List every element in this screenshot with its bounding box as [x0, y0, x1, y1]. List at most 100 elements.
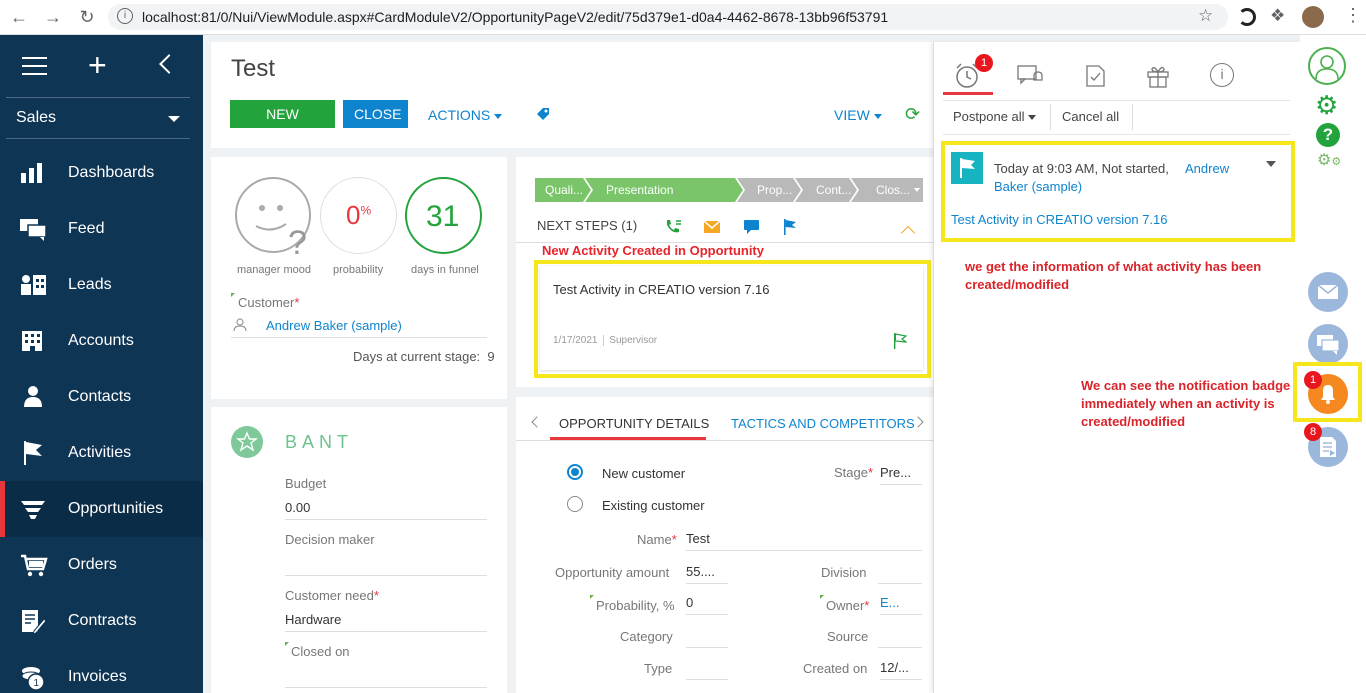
annotation-notification-badge: We can see the notification badge immedia…	[1081, 377, 1290, 431]
sync-extension-icon[interactable]	[1238, 8, 1256, 26]
next-steps-label: NEXT STEPS (1)	[537, 218, 638, 233]
days-at-stage-text: Days at current stage:	[353, 349, 481, 364]
chat-panel-icon[interactable]	[1308, 324, 1348, 364]
notification-time-status: Today at 9:03 AM, Not started,	[994, 161, 1169, 176]
budget-field[interactable]: 0.00	[285, 500, 487, 520]
type-field[interactable]	[686, 660, 728, 680]
forward-arrow-icon[interactable]: →	[42, 6, 64, 28]
notification-contact-link-line2[interactable]: Baker (sample)	[994, 179, 1082, 194]
sidebar-item-feed[interactable]: Feed	[0, 201, 203, 257]
email-icon[interactable]	[704, 221, 720, 233]
add-plus-icon[interactable]: +	[88, 47, 107, 83]
chevron-down-icon	[873, 113, 882, 119]
view-button[interactable]: VIEW	[834, 107, 882, 123]
close-button[interactable]: CLOSE	[343, 100, 408, 128]
decision-maker-field[interactable]	[285, 556, 487, 576]
browser-menu-icon[interactable]: ⋮	[1344, 5, 1362, 25]
workplace-selector[interactable]: Sales	[6, 97, 190, 139]
annotation-line: We can see the notification badge	[1081, 378, 1291, 393]
user-profile-icon[interactable]	[1308, 47, 1346, 85]
sidebar-item-orders[interactable]: Orders	[0, 537, 203, 593]
name-field[interactable]: Test	[686, 531, 922, 551]
existing-customer-radio[interactable]	[567, 496, 583, 512]
sidebar-item-opportunities[interactable]: Opportunities	[0, 481, 203, 537]
divider	[1132, 104, 1133, 130]
stage-field[interactable]: Pre...	[880, 465, 922, 485]
annotation-line: created/modified	[965, 277, 1070, 292]
hamburger-menu-icon[interactable]	[22, 57, 47, 75]
activity-title[interactable]: Test Activity in CREATIO version 7.16	[553, 282, 770, 297]
process-gears-icon[interactable]: ⚙⚙	[1317, 153, 1341, 170]
info-icon[interactable]: i	[117, 8, 133, 24]
stage-closure[interactable]: Clos...	[876, 183, 910, 197]
required-marker	[231, 293, 235, 297]
back-arrow-icon[interactable]: ←	[8, 6, 30, 28]
closed-on-field[interactable]	[285, 668, 487, 688]
stage-bar[interactable]	[535, 178, 925, 202]
new-customer-radio[interactable]	[567, 464, 583, 480]
help-question-icon[interactable]: ?	[1316, 123, 1340, 147]
anniversary-gift-icon[interactable]	[1146, 64, 1170, 88]
collapse-chevron-icon[interactable]	[159, 54, 179, 74]
notification-activity-link[interactable]: Test Activity in CREATIO version 7.16	[951, 212, 1168, 227]
chat-icon[interactable]	[744, 220, 760, 235]
sidebar-item-label: Accounts	[68, 332, 134, 349]
stage-proposal[interactable]: Prop...	[757, 183, 792, 197]
divider	[943, 134, 1290, 135]
actions-label: ACTIONS	[428, 107, 491, 123]
sidebar-item-activities[interactable]: Activities	[0, 425, 203, 481]
division-field[interactable]	[878, 564, 922, 584]
actions-button[interactable]: ACTIONS	[428, 107, 503, 123]
system-info-icon[interactable]: i	[1210, 63, 1234, 87]
owner-field[interactable]: E...	[880, 595, 922, 615]
probability-field[interactable]: 0	[686, 595, 728, 615]
stage-contract[interactable]: Cont...	[816, 183, 851, 197]
amount-field[interactable]: 55....	[686, 564, 728, 584]
category-field[interactable]	[686, 628, 728, 648]
sidebar-item-leads[interactable]: Leads	[0, 257, 203, 313]
owner-label: Owner*	[826, 598, 870, 613]
tag-icon[interactable]	[536, 107, 550, 121]
customer-link[interactable]: Andrew Baker (sample)	[231, 318, 487, 338]
probability-field-label: Probability, %	[596, 598, 675, 613]
extensions-puzzle-icon[interactable]: ❖	[1270, 6, 1285, 26]
sidebar-item-dashboards[interactable]: Dashboards	[0, 145, 203, 201]
task-flag-icon[interactable]	[783, 219, 797, 235]
opportunities-icon	[20, 497, 46, 521]
tab-tactics-and-competitors[interactable]: TACTICS AND COMPETITORS	[731, 416, 915, 431]
cancel-all-button[interactable]: Cancel all	[1062, 109, 1119, 124]
notification-menu-caret-icon[interactable]	[1266, 161, 1276, 167]
decision-maker-label: Decision maker	[285, 532, 375, 547]
new-order-button[interactable]: NEW ORDER	[230, 100, 335, 150]
activity-flag-icon[interactable]	[893, 333, 907, 349]
email-panel-icon[interactable]	[1308, 272, 1348, 312]
sidebar-item-contacts[interactable]: Contacts	[0, 369, 203, 425]
sidebar-item-contracts[interactable]: Contracts	[0, 593, 203, 649]
leads-icon	[20, 273, 46, 297]
profile-avatar[interactable]	[1302, 6, 1324, 28]
svg-text:1: 1	[34, 678, 40, 689]
system-settings-gear-icon[interactable]: ⚙	[1315, 92, 1338, 118]
notification-contact-link[interactable]: Andrew	[1185, 161, 1229, 176]
call-icon[interactable]	[664, 219, 682, 235]
sidebar-item-label: Leads	[68, 276, 112, 293]
tab-opportunity-details[interactable]: OPPORTUNITY DETAILS	[559, 416, 709, 431]
sidebar-item-label: Dashboards	[68, 164, 155, 181]
postpone-all-label: Postpone all	[953, 109, 1025, 124]
reload-icon[interactable]: ↻	[76, 6, 98, 28]
source-field[interactable]	[878, 628, 922, 648]
refresh-icon[interactable]: ⟳	[905, 105, 920, 123]
chevron-down-icon	[494, 113, 503, 119]
type-label: Type	[644, 661, 673, 676]
customer-need-label-text: Customer need	[285, 588, 374, 603]
bookmark-star-icon[interactable]: ☆	[1198, 6, 1213, 26]
postpone-all-button[interactable]: Postpone all	[953, 109, 1037, 124]
customer-need-field[interactable]: Hardware	[285, 612, 487, 632]
approvals-icon[interactable]	[1085, 64, 1107, 88]
stage-presentation[interactable]: Presentation	[606, 183, 673, 197]
sidebar-item-accounts[interactable]: Accounts	[0, 313, 203, 369]
stage-qualification[interactable]: Quali...	[545, 183, 583, 197]
feed-notifications-icon[interactable]	[1017, 64, 1045, 88]
created-on-field[interactable]: 12/...	[880, 660, 922, 680]
sidebar-item-invoices[interactable]: 1 Invoices	[0, 649, 203, 693]
